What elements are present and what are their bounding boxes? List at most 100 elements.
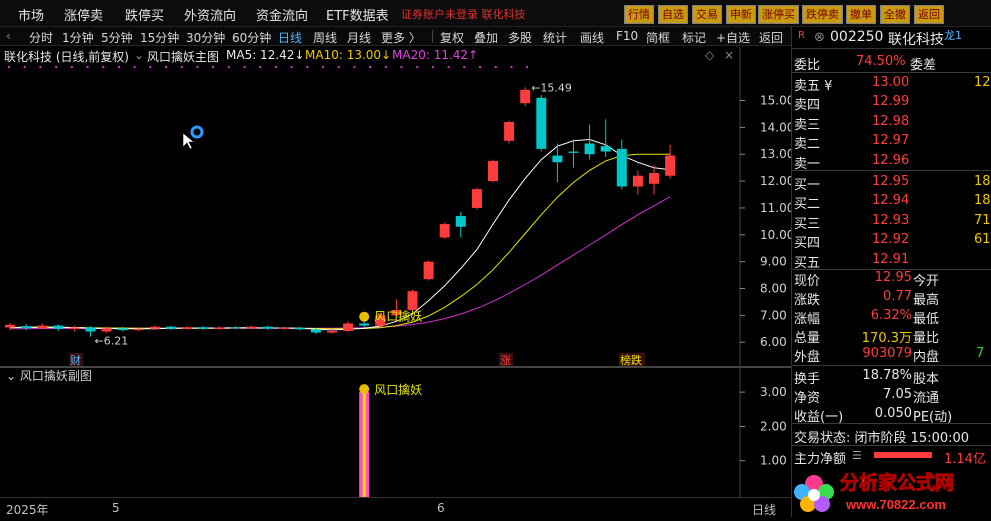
limit-up-buy-button[interactable]: 涨停买 xyxy=(758,5,799,24)
expand-icon[interactable]: ⊗ xyxy=(814,30,825,45)
candle-body xyxy=(133,328,144,331)
period-30min[interactable]: 30分钟 xyxy=(186,29,225,46)
sub-tick-label: 2.00 xyxy=(760,419,787,433)
tool-adjust[interactable]: 复权 xyxy=(440,29,464,46)
candle-body xyxy=(85,327,96,332)
stock-title: 联化科技 (日线,前复权) xyxy=(4,50,129,64)
candle-body xyxy=(278,327,289,329)
ask-row[interactable]: 卖三 12.98 xyxy=(792,112,991,133)
menu-etf-table[interactable]: ETF数据表 xyxy=(326,5,389,24)
period-monthly[interactable]: 月线 xyxy=(347,29,371,46)
bid-row[interactable]: 买五 12.91 xyxy=(792,250,991,271)
ask-row[interactable]: 卖一 12.96 xyxy=(792,151,991,172)
candle-body xyxy=(632,175,643,187)
bid-row[interactable]: 买三 12.93 71 xyxy=(792,211,991,232)
top-menu-bar: 市场 涨停卖 跌停买 外资流向 资金流向 ETF数据表 证券账户未登录 联化科技… xyxy=(0,0,991,27)
period-60min[interactable]: 60分钟 xyxy=(232,29,271,46)
tool-back[interactable]: 返回 xyxy=(759,29,783,46)
ask-price: 13.00 xyxy=(872,75,910,90)
candle-body xyxy=(230,327,241,329)
period-daily[interactable]: 日线 xyxy=(278,29,302,46)
bid-level-label: 买三 xyxy=(794,216,821,232)
bid-row[interactable]: 买二 12.94 18 xyxy=(792,191,991,212)
high-price-label: ←15.49 xyxy=(531,81,572,94)
cancel-order-button[interactable]: 撤单 xyxy=(846,5,876,24)
period-15min[interactable]: 15分钟 xyxy=(140,29,179,46)
candle-body xyxy=(117,328,128,331)
top-dot-marker xyxy=(196,66,199,68)
top-dot-marker xyxy=(165,66,167,68)
stat-value: 0.77 xyxy=(883,289,912,304)
watchlist-button[interactable]: 自选 xyxy=(658,5,688,24)
stat2-value: 18.78% xyxy=(862,368,912,383)
top-dot-marker xyxy=(510,66,513,68)
candle-body xyxy=(343,323,354,331)
candle-body xyxy=(166,326,176,329)
menu-limit-down-buy[interactable]: 跌停买 xyxy=(125,5,164,24)
ask-row[interactable]: 卖二 12.97 xyxy=(792,131,991,152)
tool-draw-line[interactable]: 画线 xyxy=(580,29,604,46)
order-diff-label: 委差 xyxy=(910,58,937,73)
ask-price: 12.98 xyxy=(872,113,910,129)
candle-body xyxy=(214,327,225,329)
trade-button[interactable]: 交易 xyxy=(692,5,722,24)
limit-down-sell-button[interactable]: 跌停卖 xyxy=(802,5,843,24)
stat-row: 现价 12.95 今开 xyxy=(792,268,991,289)
tool-add-watchlist[interactable]: +自选 xyxy=(716,29,750,46)
period-5min[interactable]: 5分钟 xyxy=(101,29,133,46)
quote-button[interactable]: 行情 xyxy=(624,5,654,24)
sub-indicator-chart[interactable]: 3.00 2.00 1.00 风口擒妖 ⌄ 风口擒妖副图 xyxy=(0,367,791,497)
r-badge: R xyxy=(798,30,805,41)
price-tick-label: 15.00 xyxy=(760,94,791,108)
main-kline-chart[interactable]: 15.00 14.00 13.00 12.00 11.00 10.00 9.00 8.00 7.… xyxy=(0,47,791,367)
top-dot-marker xyxy=(212,66,215,68)
quote-panel: R ⊗ 002250 联化科技 龙1 委比 74.50% 委差 卖五 ¥ 13.00 12… xyxy=(791,27,991,517)
period-1min[interactable]: 1分钟 xyxy=(62,29,94,46)
menu-limit-up-sell[interactable]: 涨停卖 xyxy=(64,5,103,24)
time-axis-may: 5 xyxy=(112,501,120,515)
period-more[interactable]: 更多 〉 xyxy=(381,29,421,46)
stat-label: 外盘 xyxy=(794,350,821,365)
signal-bar-core xyxy=(362,392,366,497)
tool-simple-frame[interactable]: 简框 xyxy=(646,29,670,46)
menu-market[interactable]: 市场 xyxy=(18,5,44,24)
menu-foreign-flow[interactable]: 外资流向 xyxy=(184,5,236,24)
price-tick-label: 7.00 xyxy=(760,308,787,322)
top-dot-marker xyxy=(322,66,324,68)
chevron-left-icon[interactable]: ‹ xyxy=(6,29,11,43)
ask-volume: 12 xyxy=(974,75,991,90)
back-button[interactable]: 返回 xyxy=(914,5,944,24)
bid-level-label: 买一 xyxy=(794,178,821,193)
list-icon[interactable]: ☰ xyxy=(852,449,862,462)
time-axis-period: 日线 xyxy=(752,503,777,517)
tool-mark[interactable]: 标记 xyxy=(682,29,706,46)
ask-level-label: 卖四 xyxy=(794,98,821,114)
ask-row[interactable]: 卖五 ¥ 13.00 12 xyxy=(792,73,991,94)
menu-fund-flow[interactable]: 资金流向 xyxy=(256,5,308,24)
period-weekly[interactable]: 周线 xyxy=(313,29,337,46)
bid-row[interactable]: 买一 12.95 18 xyxy=(792,172,991,193)
top-dot-marker xyxy=(494,66,497,68)
top-dot-marker xyxy=(23,66,26,68)
ask-row[interactable]: 卖四 12.99 xyxy=(792,92,991,114)
chevron-down-icon[interactable]: ⌄ xyxy=(134,48,144,62)
candle-body xyxy=(423,261,434,280)
login-status-note: 证券账户未登录 联化科技 xyxy=(401,8,526,21)
tool-f10[interactable]: F10 xyxy=(616,29,638,43)
candle-body xyxy=(5,324,15,328)
tool-multi-stock[interactable]: 多股 xyxy=(508,29,532,46)
period-intraday[interactable]: 分时 xyxy=(29,29,53,46)
order-ratio-row: 委比 74.50% 委差 xyxy=(792,52,991,73)
top-dot-marker xyxy=(180,66,183,68)
candle-body xyxy=(294,327,305,330)
stat-value: 903079 xyxy=(862,346,912,361)
bid-row[interactable]: 买四 12.92 61 xyxy=(792,230,991,251)
bid-price: 12.95 xyxy=(872,174,910,189)
ask-price: 12.97 xyxy=(872,133,910,149)
cancel-all-button[interactable]: 全撤 xyxy=(880,5,910,24)
candle-body xyxy=(568,151,579,153)
ipo-button[interactable]: 申新 xyxy=(726,5,756,24)
quote-header: R ⊗ 002250 联化科技 龙1 xyxy=(792,27,991,49)
tool-statistics[interactable]: 统计 xyxy=(543,29,567,46)
tool-overlay[interactable]: 叠加 xyxy=(474,29,498,46)
